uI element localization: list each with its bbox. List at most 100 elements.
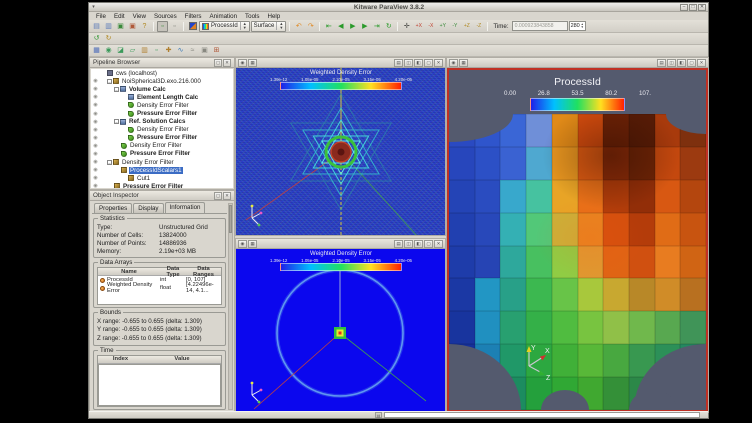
save-file-icon[interactable]: ▥: [103, 21, 114, 32]
render-view-right-active[interactable]: ◉ ▦ ▤ ◫ ◧ ▢ ✕: [446, 57, 709, 413]
camera-undo-button[interactable]: ◉: [449, 59, 458, 67]
undock-panel-button[interactable]: ▢: [214, 192, 222, 200]
play-icon[interactable]: ▶: [347, 21, 358, 32]
view-plus-z-icon[interactable]: +Z: [461, 21, 472, 32]
pipeline-item-element-length-calc[interactable]: ◉Element Length Calc: [91, 93, 233, 101]
disconnect-server-icon[interactable]: ▣: [127, 21, 138, 32]
visibility-eye-icon[interactable]: ◉: [91, 183, 100, 188]
undock-panel-button[interactable]: ▢: [214, 59, 222, 67]
split-horizontal-button[interactable]: ◫: [404, 59, 413, 67]
visibility-eye-icon[interactable]: ◉: [91, 94, 100, 100]
close-panel-button[interactable]: ✕: [223, 59, 231, 67]
glyph-icon[interactable]: ✚: [163, 45, 174, 56]
menu-animation[interactable]: Animation: [206, 13, 242, 20]
pipeline-item-ref-solution-calcs[interactable]: ◉–Ref. Solution Calcs: [91, 118, 233, 126]
visibility-eye-icon[interactable]: ◉: [91, 78, 100, 84]
pipeline-item-noispherical3d-exo-216-000[interactable]: ◉–NoiSpherical3D.exo.216.000: [91, 77, 233, 85]
visibility-eye-icon[interactable]: ◉: [91, 127, 100, 133]
maximize-view-button[interactable]: ▢: [424, 240, 433, 248]
tab-display[interactable]: Display: [133, 203, 163, 213]
render-view-top[interactable]: ◉ ▦ ▤ ◫ ◧ ▢ ✕: [235, 57, 446, 236]
expander-icon[interactable]: –: [114, 119, 119, 124]
maximize-button[interactable]: □: [689, 4, 697, 11]
render-scene-density-slice[interactable]: Weighted Density Error1.39e-121.05e-052.…: [236, 68, 445, 235]
expander-icon[interactable]: –: [107, 79, 112, 84]
group-datasets-icon[interactable]: ▣: [199, 45, 210, 56]
pipeline-item-density-error-filter[interactable]: ◉–Density Error Filter: [91, 158, 233, 166]
close-view-button[interactable]: ✕: [434, 59, 443, 67]
connect-server-icon[interactable]: ▣: [115, 21, 126, 32]
loop-icon[interactable]: ↻: [383, 21, 394, 32]
menu-filters[interactable]: Filters: [181, 13, 206, 20]
visibility-eye-icon[interactable]: ◉: [91, 102, 100, 108]
pipeline-item-cut1[interactable]: ◉Cut1: [91, 174, 233, 182]
visibility-eye-icon[interactable]: ◉: [91, 167, 100, 173]
rescale-to-data-range-icon[interactable]: ↺: [91, 33, 102, 44]
camera-redo-button[interactable]: ▦: [459, 59, 468, 67]
pipeline-item-volume-calc[interactable]: ◉–Volume Calc: [91, 85, 233, 93]
visibility-eye-icon[interactable]: ◉: [91, 135, 100, 141]
data-array-row[interactable]: Weighted Density Errorfloat[4.22496e-14,…: [98, 284, 221, 292]
next-frame-icon[interactable]: ▶: [359, 21, 370, 32]
close-button[interactable]: ✕: [698, 4, 706, 11]
lookmark-button[interactable]: ▤: [394, 59, 403, 67]
view-plus-x-icon[interactable]: +X: [413, 21, 424, 32]
plot-over-line-icon[interactable]: ⊞: [211, 45, 222, 56]
menu-file[interactable]: File: [92, 13, 110, 20]
expander-icon[interactable]: –: [107, 160, 112, 165]
undo-icon[interactable]: ↶: [293, 21, 304, 32]
close-panel-button[interactable]: ✕: [223, 192, 231, 200]
time-value-field[interactable]: 0.000923843858: [512, 21, 568, 31]
threshold-icon[interactable]: ▥: [139, 45, 150, 56]
menu-view[interactable]: View: [129, 13, 150, 20]
split-vertical-button[interactable]: ◧: [414, 59, 423, 67]
scrollbar[interactable]: [228, 203, 233, 410]
tab-properties[interactable]: Properties: [94, 203, 132, 213]
clip-icon[interactable]: ◪: [115, 45, 126, 56]
pipeline-item-pressure-error-filter[interactable]: ◉Pressure Error Filter: [91, 109, 233, 117]
visibility-eye-icon[interactable]: ◉: [91, 143, 100, 149]
visibility-eye-icon[interactable]: ◉: [91, 151, 100, 157]
maximize-view-button[interactable]: ▢: [424, 59, 433, 67]
menu-help[interactable]: Help: [263, 13, 284, 20]
view-minus-z-icon[interactable]: -Z: [473, 21, 484, 32]
view-minus-y-icon[interactable]: -Y: [449, 21, 460, 32]
menu-edit[interactable]: Edit: [110, 13, 129, 20]
split-horizontal-button[interactable]: ◫: [667, 59, 676, 67]
last-frame-icon[interactable]: ⇥: [371, 21, 382, 32]
render-view-bottom[interactable]: ◉ ▦ ▤ ◫ ◧ ▢ ✕: [235, 238, 446, 413]
lookmark-button[interactable]: ▤: [394, 240, 403, 248]
split-horizontal-button[interactable]: ◫: [404, 240, 413, 248]
visibility-eye-icon[interactable]: ◉: [91, 159, 100, 165]
rescale-temporal-range-icon[interactable]: ↻: [103, 33, 114, 44]
close-view-button[interactable]: ✕: [697, 59, 706, 67]
contour-icon[interactable]: ◉: [103, 45, 114, 56]
pipeline-item-pressure-error-filter[interactable]: ◉Pressure Error Filter: [91, 150, 233, 158]
previous-frame-icon[interactable]: ◀: [335, 21, 346, 32]
first-frame-icon[interactable]: ⇤: [323, 21, 334, 32]
visibility-eye-icon[interactable]: ◉: [91, 86, 100, 92]
redo-icon[interactable]: ↷: [305, 21, 316, 32]
output-messages-button[interactable]: ▤: [375, 412, 382, 418]
representation-combo[interactable]: Surface▲ ▼: [251, 21, 287, 32]
expander-icon[interactable]: –: [114, 87, 119, 92]
split-vertical-button[interactable]: ◧: [414, 240, 423, 248]
maximize-view-button[interactable]: ▢: [687, 59, 696, 67]
camera-undo-button[interactable]: ◉: [238, 59, 247, 67]
view-plus-y-icon[interactable]: +Y: [437, 21, 448, 32]
render-scene-density-far[interactable]: Weighted Density Error1.39e-121.05e-052.…: [236, 249, 445, 412]
render-scene-processid-surface[interactable]: Y X Z ProcessId0.0026.853.580.2107.: [447, 68, 708, 412]
tab-information[interactable]: Information: [165, 202, 206, 213]
pipeline-item-density-error-filter[interactable]: ◉Density Error Filter: [91, 101, 233, 109]
select-cells-icon[interactable]: ▫: [157, 21, 168, 32]
pipeline-item-density-error-filter[interactable]: ◉Density Error Filter: [91, 142, 233, 150]
color-legend-icon[interactable]: [187, 21, 198, 32]
view-minus-x-icon[interactable]: -X: [425, 21, 436, 32]
visibility-eye-icon[interactable]: ◉: [91, 119, 100, 125]
lookmark-button[interactable]: ▤: [657, 59, 666, 67]
calculator-icon[interactable]: ▦: [91, 45, 102, 56]
color-by-combo[interactable]: ProcessId▲ ▼: [199, 21, 250, 32]
menu-sources[interactable]: Sources: [150, 13, 181, 20]
camera-redo-button[interactable]: ▦: [248, 59, 257, 67]
pipeline-item-cws-localhost-[interactable]: cws (localhost): [91, 69, 233, 77]
